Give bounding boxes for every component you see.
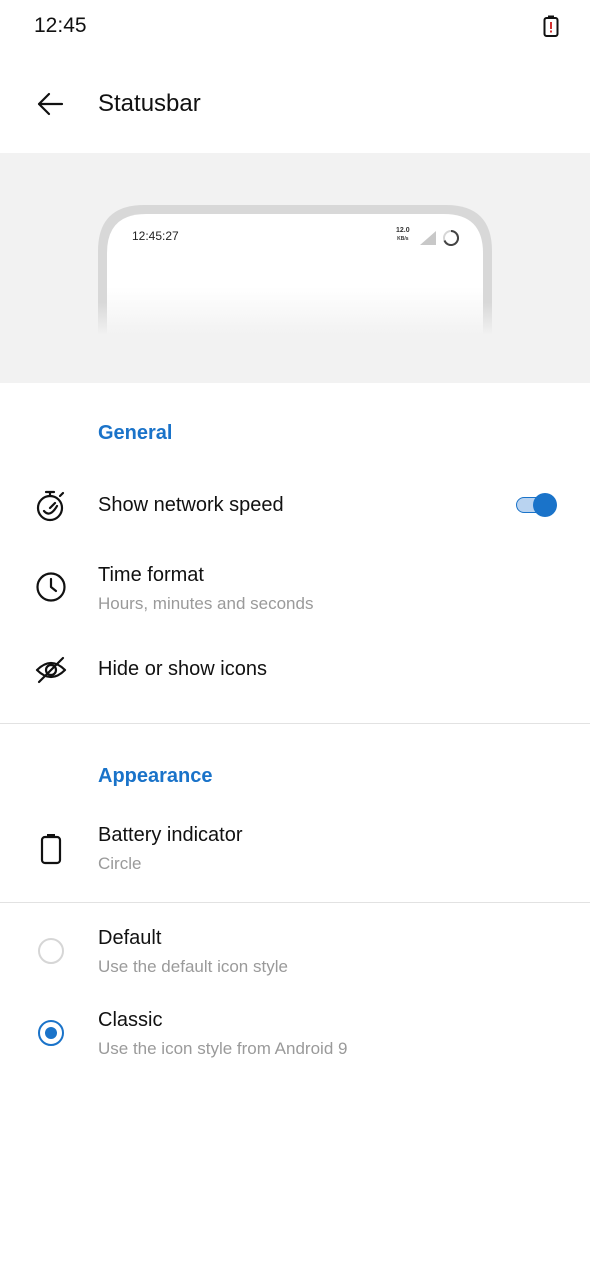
- battery-indicator-value: Circle: [98, 854, 142, 873]
- battery-indicator-label: Battery indicator: [98, 824, 243, 846]
- battery-circle-icon: [443, 229, 460, 246]
- status-bar: 12:45: [0, 0, 590, 54]
- radio-classic[interactable]: [38, 1020, 64, 1046]
- back-button[interactable]: [28, 82, 72, 126]
- radio-default[interactable]: [38, 938, 64, 964]
- icon-style-option-default[interactable]: Default Use the default icon style: [0, 915, 590, 987]
- arrow-back-icon: [37, 92, 64, 116]
- icon-style-option-classic[interactable]: Classic Use the icon style from Android …: [0, 997, 590, 1069]
- phone-frame-illustration: [98, 205, 492, 335]
- eye-off-icon: [34, 653, 68, 687]
- divider: [0, 723, 590, 724]
- preview-speed-unit: KB/s: [397, 236, 409, 242]
- divider: [0, 902, 590, 903]
- time-format-row[interactable]: Time format Hours, minutes and seconds: [0, 552, 590, 624]
- hide-icons-row[interactable]: Hide or show icons: [0, 634, 590, 706]
- clock-icon: [34, 570, 68, 604]
- section-header-general: General: [98, 422, 173, 444]
- option-classic-description: Use the icon style from Android 9: [98, 1039, 348, 1058]
- preview-network-speed: 12.0 KB/s: [396, 227, 410, 243]
- network-speed-row[interactable]: Show network speed: [0, 470, 590, 542]
- option-default-label: Default: [98, 927, 162, 949]
- signal-icon: [420, 231, 436, 245]
- time-format-label: Time format: [98, 564, 204, 586]
- battery-alert-icon: [543, 15, 559, 37]
- app-bar: Statusbar: [0, 54, 590, 154]
- time-format-value: Hours, minutes and seconds: [98, 594, 314, 613]
- preview-speed-value: 12.0: [396, 227, 410, 234]
- option-default-description: Use the default icon style: [98, 957, 288, 976]
- section-header-appearance: Appearance: [98, 765, 213, 787]
- stopwatch-icon: [34, 489, 68, 523]
- hide-icons-label: Hide or show icons: [98, 658, 267, 680]
- toggle-thumb: [533, 493, 557, 517]
- battery-indicator-row[interactable]: Battery indicator Circle: [0, 812, 590, 890]
- preview-time: 12:45:27: [132, 229, 179, 243]
- option-classic-label: Classic: [98, 1009, 163, 1031]
- statusbar-preview: 12:45:27 12.0 KB/s: [0, 153, 590, 383]
- battery-icon: [34, 832, 68, 866]
- page-title: Statusbar: [98, 90, 201, 117]
- status-time: 12:45: [34, 14, 87, 37]
- network-speed-label: Show network speed: [98, 494, 284, 516]
- radio-dot: [45, 1027, 57, 1039]
- network-speed-toggle[interactable]: [514, 492, 558, 518]
